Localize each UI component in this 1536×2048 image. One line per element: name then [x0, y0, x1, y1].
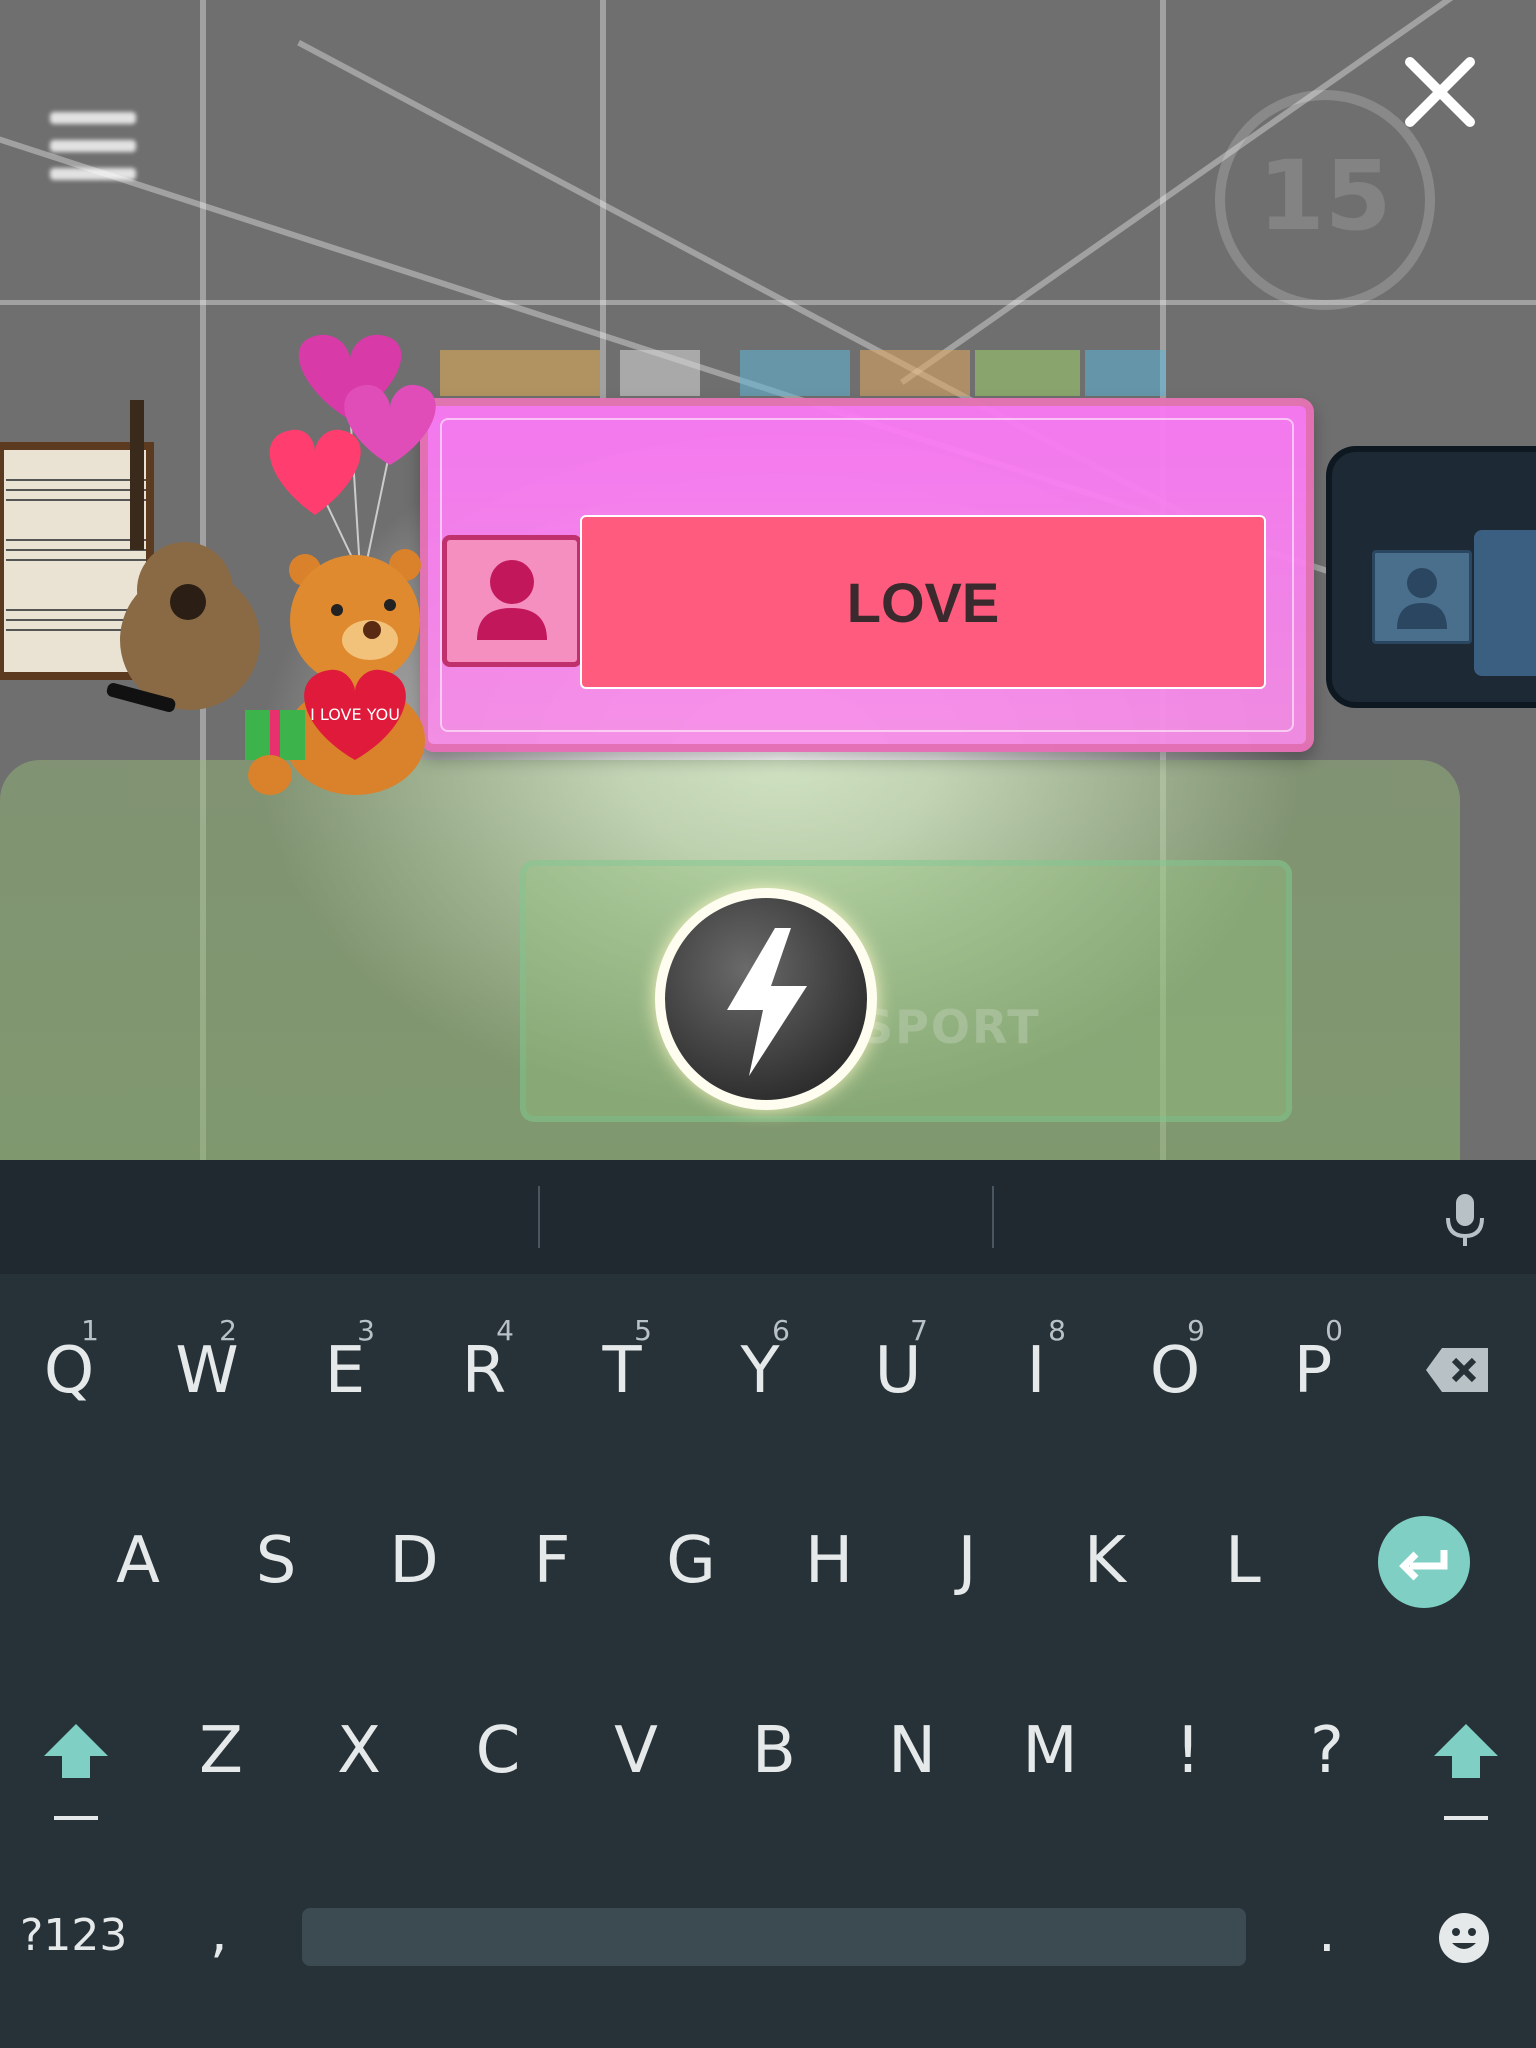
lightning-bolt-icon [727, 928, 807, 1076]
key-g[interactable]: G [631, 1486, 751, 1636]
key-label: H [804, 1524, 854, 1598]
key-m[interactable]: M [990, 1676, 1110, 1826]
key-label: G [666, 1524, 716, 1598]
key-label: V [614, 1714, 658, 1788]
key-label: F [533, 1524, 571, 1598]
bear-head [290, 555, 420, 685]
key-j[interactable]: J [907, 1486, 1027, 1636]
menu-bar [50, 168, 136, 180]
level-badge-number: 15 [1258, 140, 1392, 252]
key-label: K [1084, 1524, 1126, 1598]
backspace-icon[interactable] [1424, 1346, 1490, 1394]
microphone-icon[interactable] [1444, 1192, 1486, 1248]
strip-segment [860, 350, 970, 396]
key-hint: 7 [910, 1314, 928, 1347]
key-l[interactable]: L [1183, 1486, 1303, 1636]
shift-right-icon[interactable] [1426, 1720, 1506, 1820]
key-v[interactable]: V [576, 1676, 696, 1826]
key-hint: 5 [634, 1314, 652, 1347]
map-line [600, 0, 606, 400]
key-i[interactable]: I8 [976, 1296, 1096, 1446]
key-hint: 0 [1325, 1314, 1343, 1347]
key-y[interactable]: Y6 [700, 1296, 820, 1446]
key-label: B [752, 1714, 796, 1788]
heart-balloon [269, 429, 361, 515]
key-t[interactable]: T5 [562, 1296, 682, 1446]
key-label: C [475, 1714, 521, 1788]
key-label: I [1026, 1334, 1046, 1408]
key-r[interactable]: R4 [424, 1296, 544, 1446]
key-hint: 4 [496, 1314, 514, 1347]
shift-left-icon[interactable] [36, 1720, 116, 1820]
strip-segment [620, 350, 700, 396]
key-o[interactable]: O9 [1115, 1296, 1235, 1446]
key-hint: 1 [81, 1314, 99, 1347]
opponent-panel [1474, 530, 1536, 676]
key-x[interactable]: X [299, 1676, 419, 1826]
key-label: J [957, 1524, 977, 1598]
key-z[interactable]: Z [161, 1676, 281, 1826]
symbols-key[interactable]: ?123 [20, 1910, 127, 1961]
key-h[interactable]: H [769, 1486, 889, 1636]
key-u[interactable]: U7 [838, 1296, 958, 1446]
key-hint: 8 [1048, 1314, 1066, 1347]
suggestion-bar [0, 1160, 1536, 1274]
key-label: ! [1175, 1714, 1201, 1788]
key-hint: 3 [357, 1314, 375, 1347]
strip-segment [975, 350, 1080, 396]
key-e[interactable]: E3 [285, 1296, 405, 1446]
key-a[interactable]: A [78, 1486, 198, 1636]
key-label: ? [1310, 1714, 1344, 1788]
suggestion-divider [992, 1186, 994, 1248]
key-b[interactable]: B [714, 1676, 834, 1826]
key-label: X [337, 1714, 381, 1788]
close-icon[interactable] [1400, 52, 1480, 132]
power-button-face [665, 898, 867, 1100]
key-d[interactable]: D [354, 1486, 474, 1636]
key-label: M [1022, 1714, 1078, 1788]
key-comma[interactable]: , [210, 1900, 228, 1965]
key-label: N [888, 1714, 936, 1788]
key-w[interactable]: W2 [147, 1296, 267, 1446]
spacebar[interactable] [302, 1908, 1246, 1966]
power-boost-button[interactable] [655, 888, 877, 1110]
strip-segment [1085, 350, 1165, 396]
key-exclamation[interactable]: ! [1128, 1676, 1248, 1826]
key-label: L [1225, 1524, 1261, 1598]
key-label: D [389, 1524, 439, 1598]
key-hint: 2 [219, 1314, 237, 1347]
word-answer-box[interactable]: LOVE [580, 515, 1266, 689]
user-icon [1397, 568, 1447, 629]
key-label: A [116, 1524, 160, 1598]
key-p[interactable]: P0 [1253, 1296, 1373, 1446]
key-q[interactable]: Q1 [9, 1296, 129, 1446]
background-category-card [520, 860, 1292, 1122]
key-k[interactable]: K [1045, 1486, 1165, 1636]
key-c[interactable]: C [438, 1676, 558, 1826]
enter-return-icon [1399, 1550, 1448, 1581]
key-label: Z [199, 1714, 243, 1788]
background-category-label: SPORT [860, 1000, 1041, 1054]
key-f[interactable]: F [492, 1486, 612, 1636]
key-label: S [255, 1524, 297, 1598]
hamburger-menu-icon[interactable] [50, 112, 136, 192]
key-hint: 6 [772, 1314, 790, 1347]
opponent-avatar [1372, 550, 1472, 644]
key-s[interactable]: S [216, 1486, 336, 1636]
strip-segment [740, 350, 850, 396]
key-period[interactable]: . [1318, 1900, 1336, 1965]
menu-bar [50, 140, 136, 152]
heart-text: I LOVE YOU [310, 705, 400, 724]
music-category-illustration [0, 400, 260, 713]
key-n[interactable]: N [852, 1676, 972, 1826]
key-question[interactable]: ? [1267, 1676, 1387, 1826]
suggestion-divider [538, 1186, 540, 1248]
teddy-bear-love-illustration: I LOVE YOU [245, 334, 436, 795]
menu-bar [50, 112, 136, 124]
word-text: LOVE [846, 570, 1000, 634]
guitar-neck [130, 400, 144, 550]
enter-key[interactable] [1378, 1516, 1470, 1608]
key-hint: 9 [1187, 1314, 1205, 1347]
smiley-emoji-icon[interactable] [1437, 1911, 1491, 1965]
